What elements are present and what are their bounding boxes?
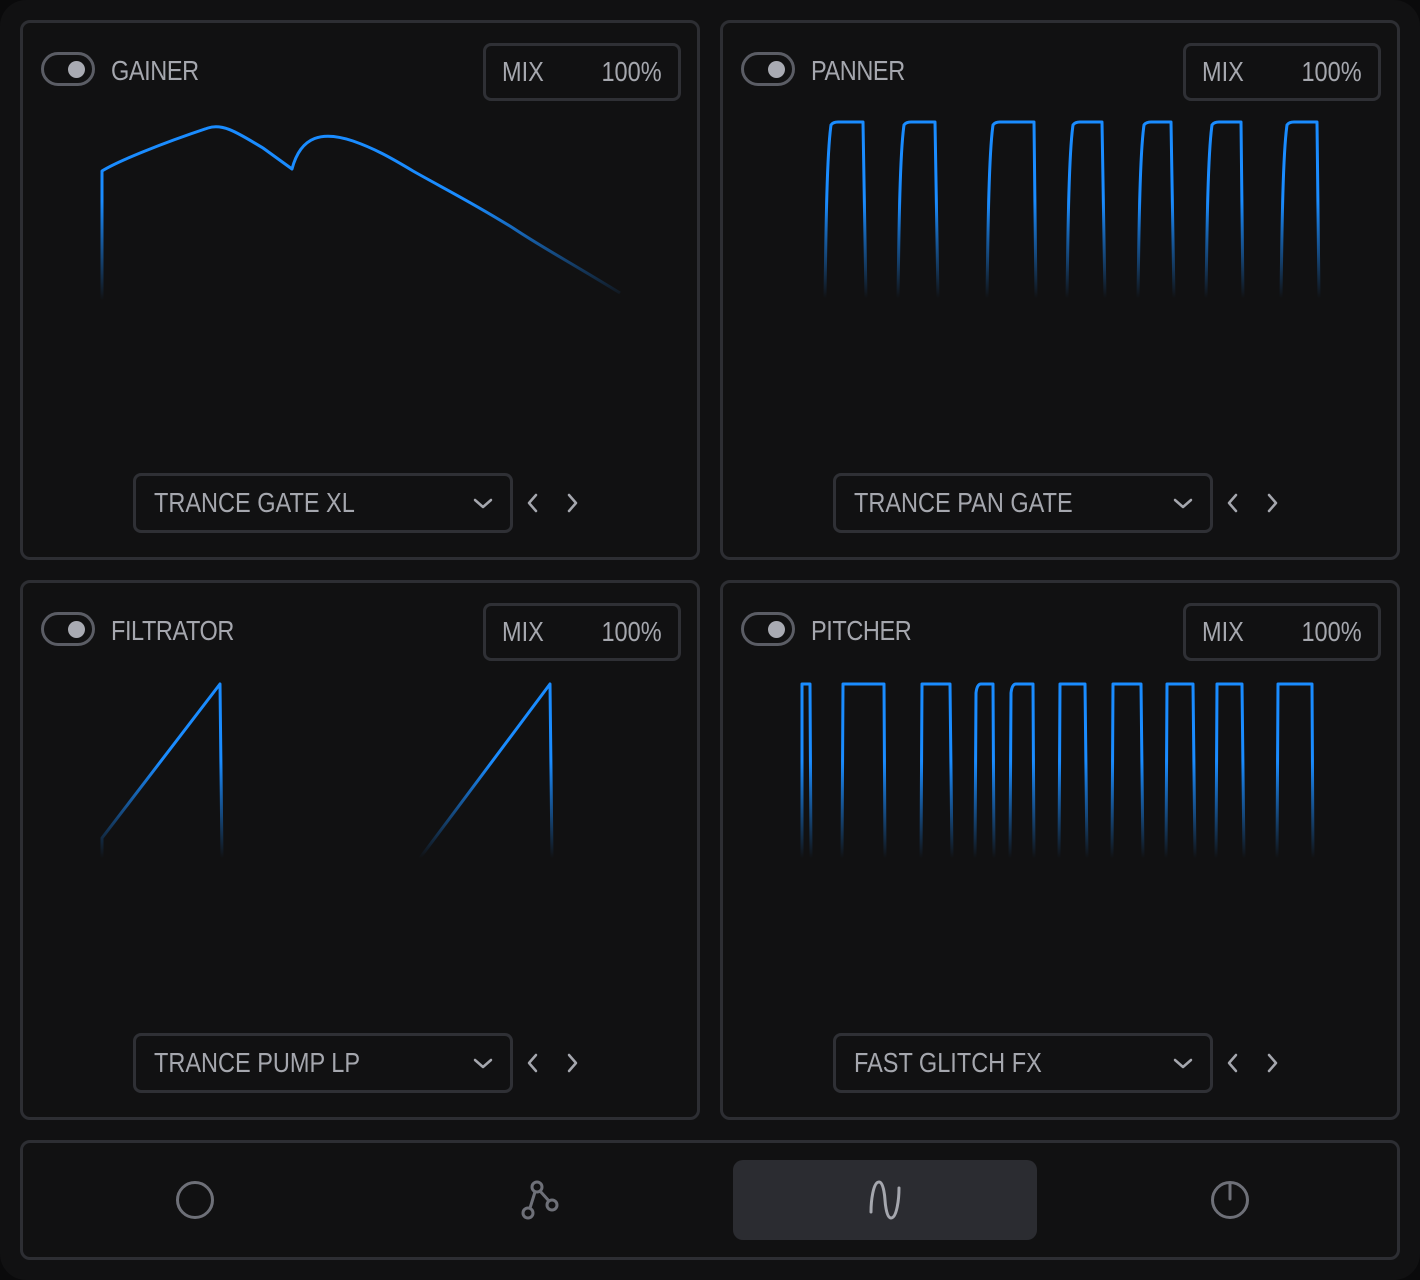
envelope-curve	[800, 682, 1315, 859]
tab-circle[interactable]	[43, 1160, 347, 1240]
previous-preset-button[interactable]	[521, 1048, 545, 1078]
next-preset-button[interactable]	[1260, 488, 1284, 518]
envelope-curve	[823, 120, 1321, 299]
preset-name: TRANCE PAN GATE	[854, 487, 1073, 518]
envelope-curve	[100, 125, 621, 300]
preset-dropdown[interactable]: TRANCE PAN GATE	[833, 473, 1213, 533]
chevron-down-icon	[473, 1058, 493, 1069]
chevron-down-icon	[473, 498, 493, 509]
previous-preset-button[interactable]	[521, 488, 545, 518]
tab-power[interactable]	[1078, 1160, 1382, 1240]
bottom-tab-bar	[20, 1140, 1400, 1260]
nodes-icon	[521, 1180, 559, 1220]
sine-wave-icon	[869, 1180, 901, 1220]
preset-dropdown[interactable]: TRANCE PUMP LP	[133, 1033, 513, 1093]
tab-sine-wave[interactable]	[733, 1160, 1037, 1240]
previous-preset-button[interactable]	[1221, 1048, 1245, 1078]
power-icon	[1211, 1181, 1249, 1219]
previous-preset-button[interactable]	[1221, 488, 1245, 518]
chevron-down-icon	[1173, 498, 1193, 509]
module-pitcher: PITCHER MIX 100% FAST GLITCH FX	[720, 580, 1400, 1120]
preset-dropdown[interactable]: FAST GLITCH FX	[833, 1033, 1213, 1093]
module-filtrator: FILTRATOR MIX 100% TRANCE PUMP LP	[20, 580, 700, 1120]
preset-name: TRANCE PUMP LP	[154, 1047, 361, 1078]
next-preset-button[interactable]	[560, 488, 584, 518]
envelope-curve	[100, 682, 554, 859]
next-preset-button[interactable]	[1260, 1048, 1284, 1078]
chevron-down-icon	[1173, 1058, 1193, 1069]
preset-dropdown[interactable]: TRANCE GATE XL	[133, 473, 513, 533]
circle-icon	[176, 1181, 214, 1219]
module-gainer: GAINER MIX 100% TRANCE GATE XL	[20, 20, 700, 560]
preset-name: FAST GLITCH FX	[854, 1047, 1042, 1078]
preset-name: TRANCE GATE XL	[154, 487, 355, 518]
app-window: GAINER MIX 100% TRANCE GATE XL PANNER MI…	[0, 0, 1420, 1280]
tab-nodes[interactable]	[388, 1160, 692, 1240]
module-panner: PANNER MIX 100% TRANCE PAN GATE	[720, 20, 1400, 560]
next-preset-button[interactable]	[560, 1048, 584, 1078]
